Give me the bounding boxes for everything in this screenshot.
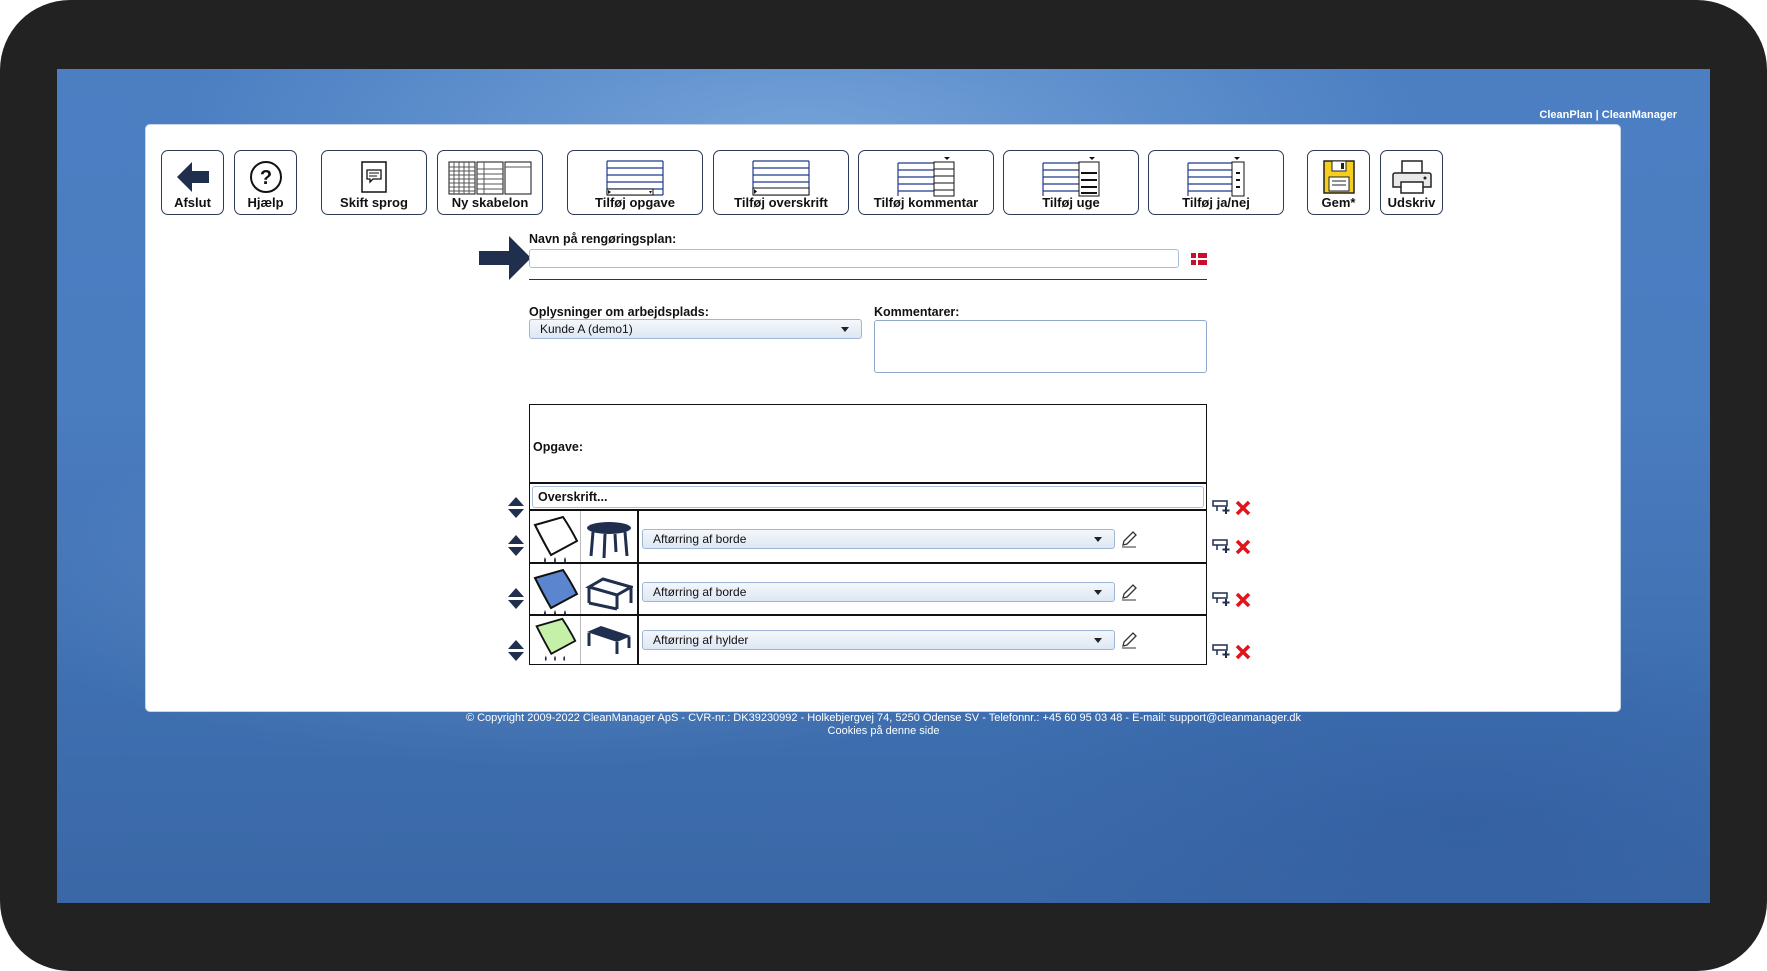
new-template-button[interactable]: Ny skabelon xyxy=(437,150,543,215)
comments-textarea[interactable] xyxy=(874,320,1207,373)
delete-row-icon[interactable] xyxy=(1235,500,1251,516)
print-button[interactable]: Udskriv xyxy=(1380,150,1443,215)
delete-row-icon[interactable] xyxy=(1235,539,1251,555)
add-task-button[interactable]: Tilføj opgave xyxy=(567,150,703,215)
main-panel: Afslut ? Hjælp Skift sprog Ny skabelon T… xyxy=(145,124,1621,712)
workplace-select-value: Kunde A (demo1) xyxy=(540,322,633,336)
item-cell xyxy=(581,511,637,568)
browser-viewport: CleanPlan | CleanManager Afslut ? Hjælp … xyxy=(57,69,1710,903)
insert-row-icon[interactable] xyxy=(1212,591,1232,607)
white-cloth-icon xyxy=(533,515,579,563)
add-heading-button[interactable]: Tilføj overskrift xyxy=(713,150,849,215)
sort-handle-icon[interactable] xyxy=(507,587,525,611)
help-icon: ? xyxy=(249,161,282,193)
insert-row-icon[interactable] xyxy=(1212,538,1232,554)
exit-label: Afslut xyxy=(174,195,211,210)
add-heading-icon xyxy=(752,160,810,196)
print-label: Udskriv xyxy=(1387,195,1436,210)
add-heading-label: Tilføj overskrift xyxy=(734,195,828,210)
add-week-icon xyxy=(1042,157,1100,197)
danish-flag-icon[interactable] xyxy=(1191,253,1207,265)
sort-handle-icon[interactable] xyxy=(507,639,525,663)
column-divider xyxy=(637,564,639,621)
copyright-text: © Copyright 2009-2022 CleanManager ApS -… xyxy=(465,712,1302,724)
insert-row-icon[interactable] xyxy=(1212,643,1232,659)
sort-handle-icon[interactable] xyxy=(507,534,525,558)
workplace-select[interactable]: Kunde A (demo1) xyxy=(529,319,862,339)
task-row: Aftørring af hylder xyxy=(530,616,1206,664)
help-label: Hjælp xyxy=(247,195,284,210)
shelf-icon xyxy=(587,626,631,654)
change-language-label: Skift sprog xyxy=(340,195,408,210)
green-cloth-icon xyxy=(535,617,577,662)
task-table: Opgave: Overskrift... Aftørring af borde xyxy=(529,404,1207,665)
round-table-icon xyxy=(587,521,631,558)
column-divider xyxy=(637,616,639,664)
chevron-down-icon xyxy=(841,327,849,332)
blue-cloth-icon xyxy=(533,568,579,616)
sort-handle-icon[interactable] xyxy=(507,496,525,520)
insert-row-icon[interactable] xyxy=(1212,499,1232,515)
pointer-arrow-icon xyxy=(479,236,531,280)
add-week-button[interactable]: Tilføj uge xyxy=(1003,150,1139,215)
cookies-link[interactable]: Cookies på denne side xyxy=(57,725,1710,738)
chevron-down-icon xyxy=(1094,537,1102,542)
edit-pencil-icon[interactable] xyxy=(1120,530,1138,548)
task-select-value: Aftørring af borde xyxy=(653,585,747,599)
edit-pencil-icon[interactable] xyxy=(1120,583,1138,601)
task-column-header: Opgave: xyxy=(533,440,584,454)
task-row: Aftørring af borde xyxy=(530,564,1206,621)
task-select-value: Aftørring af hylder xyxy=(653,633,749,647)
chevron-down-icon xyxy=(1094,638,1102,643)
item-cell xyxy=(581,616,637,664)
delete-row-icon[interactable] xyxy=(1235,592,1251,608)
plan-name-input[interactable] xyxy=(529,249,1179,268)
task-select[interactable]: Aftørring af hylder xyxy=(642,630,1115,650)
task-row: Aftørring af borde xyxy=(530,511,1206,568)
template-icon xyxy=(448,161,532,195)
save-icon xyxy=(1322,160,1355,194)
chevron-down-icon xyxy=(1094,590,1102,595)
brand-label: CleanPlan | CleanManager xyxy=(1539,109,1677,121)
heading-row-input[interactable]: Overskrift... xyxy=(532,486,1204,508)
add-yes-no-label: Tilføj ja/nej xyxy=(1182,195,1250,210)
task-select-value: Aftørring af borde xyxy=(653,532,747,546)
add-comment-button[interactable]: Tilføj kommentar xyxy=(858,150,994,215)
print-icon xyxy=(1391,160,1432,194)
cloth-cell xyxy=(530,511,581,568)
language-icon xyxy=(361,161,387,193)
save-label: Gem* xyxy=(1321,195,1356,210)
comments-label: Kommentarer: xyxy=(874,305,960,319)
task-select[interactable]: Aftørring af borde xyxy=(642,529,1115,549)
cloth-cell xyxy=(530,564,581,621)
save-button[interactable]: Gem* xyxy=(1307,150,1370,215)
name-divider xyxy=(529,279,1207,280)
add-task-label: Tilføj opgave xyxy=(595,195,675,210)
delete-row-icon[interactable] xyxy=(1235,644,1251,660)
task-select[interactable]: Aftørring af borde xyxy=(642,582,1115,602)
workplace-label: Oplysninger om arbejdsplads: xyxy=(529,305,709,319)
add-task-icon xyxy=(606,160,664,196)
arrow-left-icon xyxy=(176,162,209,192)
add-yes-no-icon xyxy=(1187,157,1245,197)
add-comment-label: Tilføj kommentar xyxy=(873,195,979,210)
row-divider xyxy=(530,482,1206,484)
change-language-button[interactable]: Skift sprog xyxy=(321,150,427,215)
svg-text:?: ? xyxy=(259,167,271,189)
exit-button[interactable]: Afslut xyxy=(161,150,224,215)
column-divider xyxy=(637,511,639,568)
cloth-cell xyxy=(530,616,581,664)
add-week-label: Tilføj uge xyxy=(1042,195,1100,210)
footer: © Copyright 2009-2022 CleanManager ApS -… xyxy=(57,712,1710,738)
new-template-label: Ny skabelon xyxy=(451,195,529,210)
help-button[interactable]: ? Hjælp xyxy=(234,150,297,215)
plan-name-label: Navn på rengøringsplan: xyxy=(529,232,677,246)
edit-pencil-icon[interactable] xyxy=(1120,631,1138,649)
add-comment-icon xyxy=(897,157,955,197)
add-yes-no-button[interactable]: Tilføj ja/nej xyxy=(1148,150,1284,215)
item-cell xyxy=(581,564,637,621)
desk-icon xyxy=(585,576,633,610)
